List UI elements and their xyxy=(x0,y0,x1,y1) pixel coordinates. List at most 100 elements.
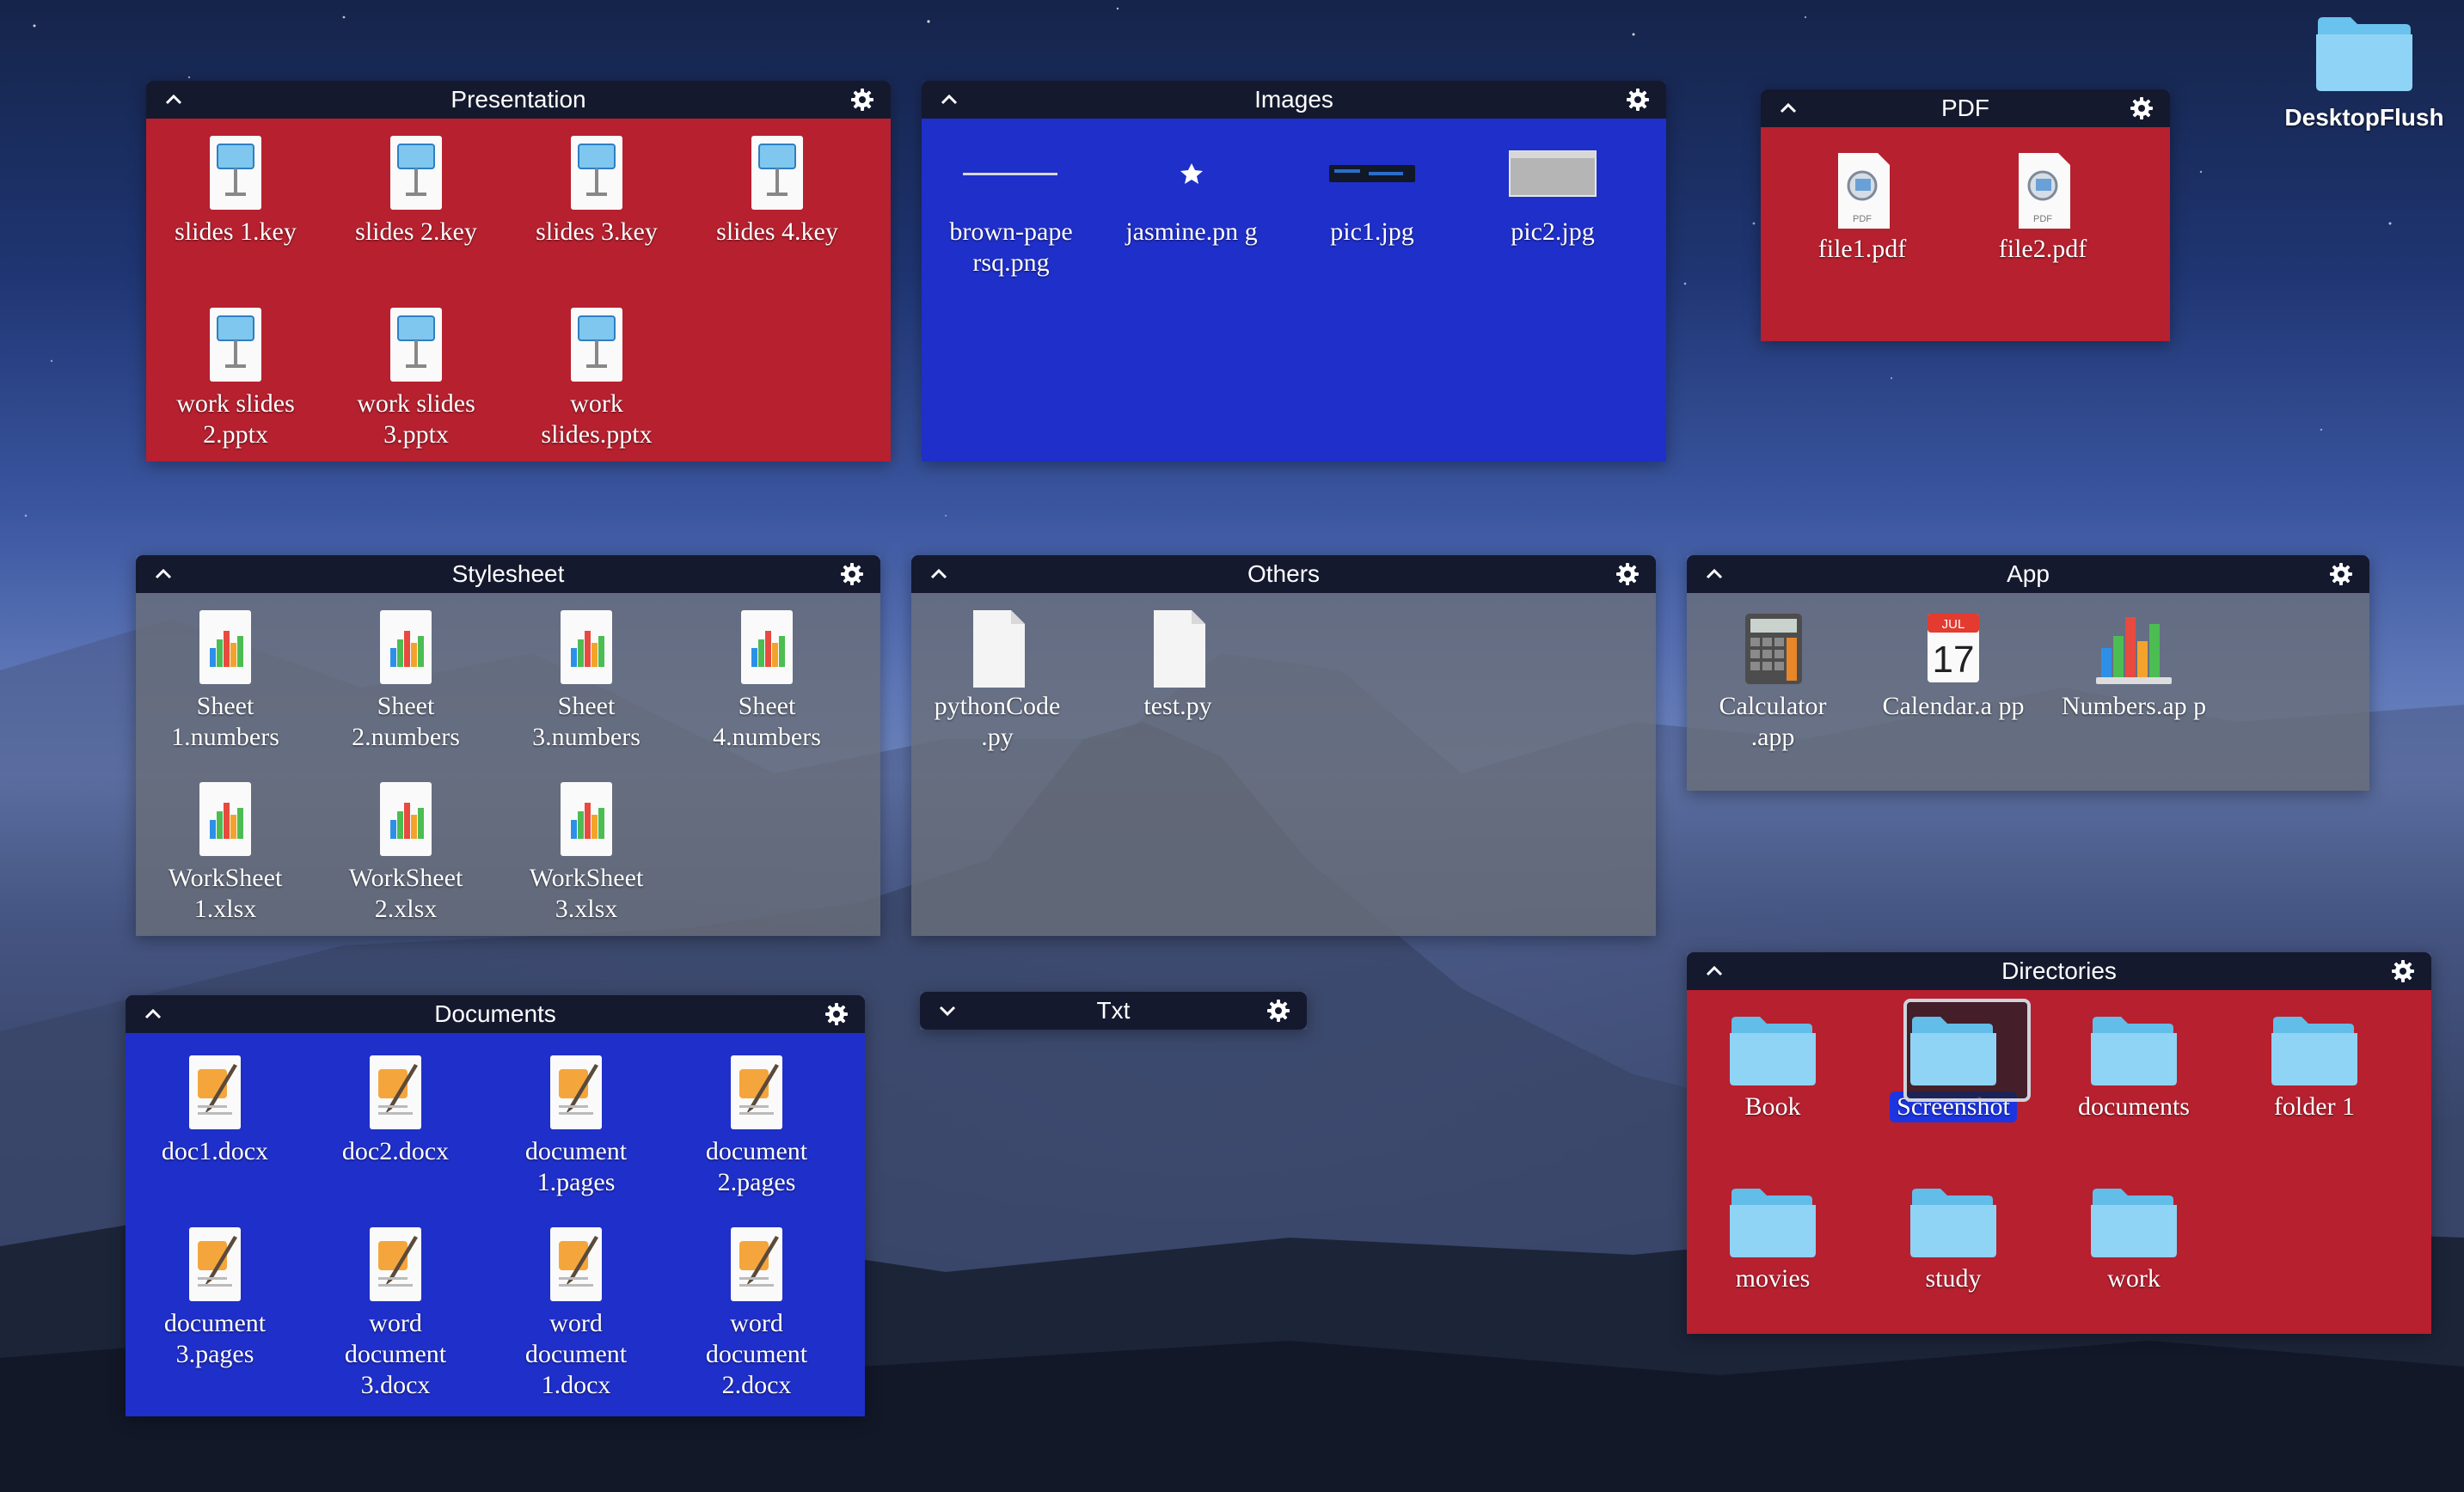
item-label: WorkSheet 2.xlsx xyxy=(348,864,463,923)
item-stylesheet[interactable]: WorkSheet 3.xlsx xyxy=(500,777,672,925)
item-directories[interactable]: movies xyxy=(1687,1177,1859,1294)
item-stylesheet[interactable]: Sheet 2.numbers xyxy=(320,605,492,753)
item-stylesheet[interactable]: Sheet 4.numbers xyxy=(681,605,853,753)
item-pdf[interactable]: PDF file2.pdf xyxy=(1957,148,2129,265)
item-documents[interactable]: document 1.pages xyxy=(490,1050,662,1198)
stack-header: PDF xyxy=(1761,89,2170,127)
gear-icon[interactable] xyxy=(1266,998,1291,1024)
gear-icon[interactable] xyxy=(2390,958,2416,984)
stack-title: Txt xyxy=(1096,997,1131,1024)
item-label: study xyxy=(1925,1264,1982,1293)
document-file-icon xyxy=(129,1050,301,1136)
stack-directories: Directories Book Screenshot documents folde… xyxy=(1687,952,2431,1334)
item-label: document 1.pages xyxy=(524,1137,628,1196)
item-documents[interactable]: doc1.docx xyxy=(129,1050,301,1167)
item-label: Sheet 2.numbers xyxy=(352,692,460,751)
gear-icon[interactable] xyxy=(1625,87,1651,113)
svg-text:17: 17 xyxy=(1933,639,1975,681)
item-directories[interactable]: folder 1 xyxy=(2228,1006,2400,1122)
item-label: pythonCode .py xyxy=(934,692,1061,751)
spreadsheet-file-icon xyxy=(139,605,311,691)
stack-title: Images xyxy=(1254,86,1333,113)
stack-header: Images xyxy=(922,81,1666,119)
item-presentation[interactable]: slides 1.key xyxy=(150,131,322,248)
item-documents[interactable]: document 3.pages xyxy=(129,1222,301,1370)
item-presentation[interactable]: work slides 3.pptx xyxy=(330,303,502,450)
gear-icon[interactable] xyxy=(824,1001,849,1027)
desktop-folder-label: DesktopFlush xyxy=(2284,104,2444,131)
stack-body: Book Screenshot documents folder 1 movies stu… xyxy=(1687,990,2431,1334)
item-documents[interactable]: word document 2.docx xyxy=(671,1222,843,1401)
item-directories[interactable]: documents xyxy=(2048,1006,2220,1122)
item-label: Calendar.a pp xyxy=(1882,692,2025,720)
item-documents[interactable]: document 2.pages xyxy=(671,1050,843,1198)
document-file-icon xyxy=(490,1050,662,1136)
stack-title: App xyxy=(2007,560,2050,587)
stack-body: doc1.docx doc2.docx document 1.pages docume… xyxy=(126,1033,865,1416)
item-images[interactable]: pic2.jpg xyxy=(1467,131,1639,248)
stack-documents: Documents doc1.docx doc2.docx document 1.p… xyxy=(126,995,865,1416)
item-documents[interactable]: word document 3.docx xyxy=(310,1222,481,1401)
chevron-up-icon[interactable] xyxy=(937,88,961,112)
item-stylesheet[interactable]: WorkSheet 2.xlsx xyxy=(320,777,492,925)
numbers-app-icon xyxy=(2048,605,2220,691)
stack-header: Directories xyxy=(1687,952,2431,990)
spreadsheet-file-icon xyxy=(681,605,853,691)
item-directories[interactable]: Screenshot xyxy=(1867,999,2039,1122)
item-label: file1.pdf xyxy=(1817,235,1907,263)
item-images[interactable]: brown-pape rsq.png xyxy=(925,131,1097,278)
gear-icon[interactable] xyxy=(2129,95,2154,121)
item-directories[interactable]: work xyxy=(2048,1177,2220,1294)
item-label: work slides 3.pptx xyxy=(357,389,475,449)
item-stylesheet[interactable]: Sheet 3.numbers xyxy=(500,605,672,753)
blank-file-icon xyxy=(911,605,1083,691)
item-documents[interactable]: doc2.docx xyxy=(310,1050,481,1167)
stack-images: Images brown-pape rsq.png jasmine.pn g pic… xyxy=(922,81,1666,462)
item-presentation[interactable]: work slides.pptx xyxy=(511,303,683,450)
folder-icon xyxy=(1867,1177,2039,1263)
chevron-up-icon[interactable] xyxy=(1702,959,1726,983)
document-file-icon xyxy=(671,1222,843,1308)
chevron-up-icon[interactable] xyxy=(162,88,186,112)
keynote-file-icon xyxy=(330,131,502,217)
item-label: doc1.docx xyxy=(161,1137,269,1165)
folder-icon xyxy=(1687,1177,1859,1263)
gear-icon[interactable] xyxy=(1615,561,1640,587)
gear-icon[interactable] xyxy=(2328,561,2354,587)
gear-icon[interactable] xyxy=(849,87,875,113)
chevron-up-icon[interactable] xyxy=(141,1002,165,1026)
item-documents[interactable]: word document 1.docx xyxy=(490,1222,662,1401)
spreadsheet-file-icon xyxy=(320,605,492,691)
item-stylesheet[interactable]: Sheet 1.numbers xyxy=(139,605,311,753)
item-pdf[interactable]: PDF file1.pdf xyxy=(1776,148,1948,265)
item-app[interactable]: Numbers.ap p xyxy=(2048,605,2220,722)
item-stylesheet[interactable]: WorkSheet 1.xlsx xyxy=(139,777,311,925)
chevron-up-icon[interactable] xyxy=(927,562,951,586)
item-directories[interactable]: Book xyxy=(1687,1006,1859,1122)
chevron-up-icon[interactable] xyxy=(151,562,175,586)
item-app[interactable]: Calculator .app xyxy=(1687,605,1859,753)
item-images[interactable]: jasmine.pn g xyxy=(1106,131,1278,248)
item-others[interactable]: pythonCode .py xyxy=(911,605,1083,753)
item-presentation[interactable]: slides 2.key xyxy=(330,131,502,248)
item-directories[interactable]: study xyxy=(1867,1177,2039,1294)
gear-icon[interactable] xyxy=(839,561,865,587)
chevron-up-icon[interactable] xyxy=(1776,96,1800,120)
stack-body: pythonCode .py test.py xyxy=(911,593,1656,936)
chevron-down-icon[interactable] xyxy=(935,999,959,1023)
item-others[interactable]: test.py xyxy=(1092,605,1264,722)
chevron-up-icon[interactable] xyxy=(1702,562,1726,586)
stack-others: Others pythonCode .py test.py xyxy=(911,555,1656,936)
item-app[interactable]: JUL 17 Calendar.a pp xyxy=(1867,605,2039,722)
item-label: Sheet 4.numbers xyxy=(713,692,821,751)
item-label: WorkSheet 1.xlsx xyxy=(168,864,283,923)
item-images[interactable]: pic1.jpg xyxy=(1286,131,1458,248)
blank-file-icon xyxy=(1092,605,1264,691)
item-presentation[interactable]: slides 4.key xyxy=(691,131,863,248)
item-label: slides 3.key xyxy=(536,217,658,246)
item-presentation[interactable]: slides 3.key xyxy=(511,131,683,248)
item-presentation[interactable]: work slides 2.pptx xyxy=(150,303,322,450)
spreadsheet-file-icon xyxy=(320,777,492,863)
item-label: pic1.jpg xyxy=(1330,217,1414,246)
desktop-folder[interactable]: DesktopFlush xyxy=(2278,12,2450,131)
